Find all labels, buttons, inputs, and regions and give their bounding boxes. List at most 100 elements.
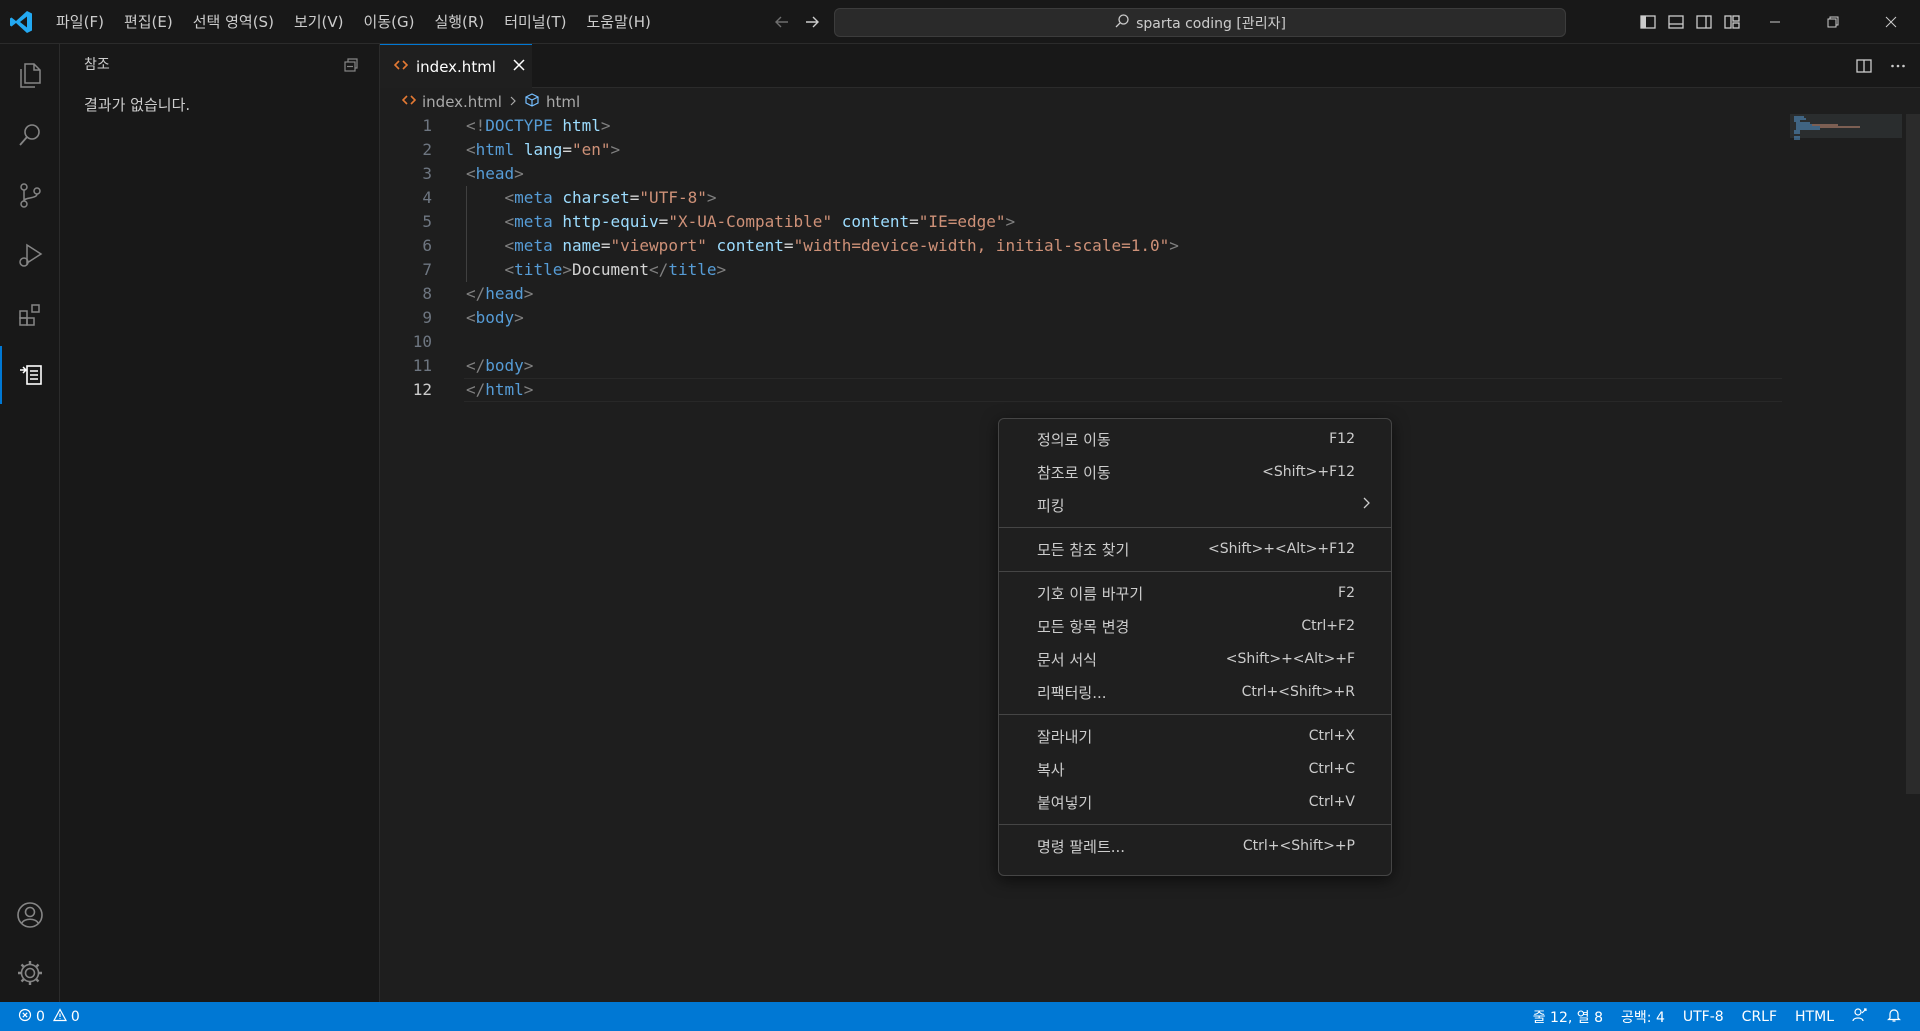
customize-layout-icon[interactable] bbox=[1720, 10, 1744, 34]
accounts-icon[interactable] bbox=[0, 886, 60, 944]
indentation[interactable]: 공백: 4 bbox=[1621, 1007, 1665, 1027]
references-view-icon[interactable] bbox=[0, 346, 60, 404]
code-token: </ bbox=[649, 260, 669, 279]
command-center[interactable]: sparta coding [관리자] bbox=[834, 8, 1566, 37]
end-of-line[interactable]: CRLF bbox=[1742, 1009, 1777, 1025]
code-line[interactable]: 8 </head> bbox=[380, 282, 1780, 306]
code-text: <meta charset="UTF-8"> bbox=[466, 186, 717, 210]
code-line[interactable]: 1 <!DOCTYPE html> bbox=[380, 114, 1780, 138]
context-menu-item[interactable]: 참조로 이동 <Shift>+F12 bbox=[999, 456, 1393, 488]
menu-item-label: 정의로 이동 bbox=[1037, 430, 1111, 449]
collapse-all-icon[interactable] bbox=[342, 56, 360, 74]
menu-item-label: 모든 항목 변경 bbox=[1037, 617, 1130, 636]
context-menu-item[interactable]: 복사 Ctrl+C bbox=[999, 753, 1393, 785]
restore-icon[interactable] bbox=[1804, 0, 1862, 44]
manage-gear-icon[interactable] bbox=[0, 944, 60, 1002]
code-token: <! bbox=[466, 116, 486, 135]
code-line[interactable]: 11 </body> bbox=[380, 354, 1780, 378]
context-menu-item[interactable]: 붙여넣기 Ctrl+V bbox=[999, 786, 1393, 818]
tab-index-html[interactable]: index.html bbox=[380, 44, 532, 88]
context-menu-item[interactable]: 명령 팔레트... Ctrl+<Shift>+P bbox=[999, 830, 1393, 862]
context-menu-item[interactable]: 피킹 bbox=[999, 489, 1393, 521]
code-token: </ bbox=[466, 284, 486, 303]
context-menu-item[interactable]: 모든 참조 찾기 <Shift>+<Alt>+F12 bbox=[999, 533, 1393, 565]
code-token: "UTF-8" bbox=[639, 188, 707, 207]
code-token: head bbox=[475, 164, 515, 183]
back-arrow-icon[interactable] bbox=[770, 10, 794, 34]
code-token: content bbox=[841, 212, 910, 231]
code-line[interactable]: 5 <meta http-equiv="X-UA-Compatible" con… bbox=[380, 210, 1780, 234]
menu-item[interactable]: 선택 영역(S) bbox=[183, 7, 284, 37]
menu-item-label: 피킹 bbox=[1037, 496, 1065, 515]
language-mode[interactable]: HTML bbox=[1795, 1009, 1834, 1025]
code-line[interactable]: 10 bbox=[380, 330, 1780, 354]
line-number: 3 bbox=[422, 164, 432, 183]
close-tab-icon[interactable] bbox=[512, 57, 526, 76]
breadcrumb-symbol[interactable]: html bbox=[546, 93, 580, 111]
code-token: > bbox=[610, 140, 621, 159]
split-editor-icon[interactable] bbox=[1852, 54, 1876, 78]
code-token: = bbox=[562, 140, 572, 159]
code-text: <html lang="en"> bbox=[466, 138, 620, 162]
breadcrumb: index.html html bbox=[401, 92, 580, 112]
code-line[interactable]: 12 </html> bbox=[380, 378, 1780, 402]
code-text: <body> bbox=[466, 306, 524, 330]
search-view-icon[interactable] bbox=[0, 106, 60, 164]
menu-item-label: 문서 서식 bbox=[1037, 650, 1097, 669]
menu-item[interactable]: 이동(G) bbox=[354, 7, 425, 37]
context-menu-item[interactable]: 기호 이름 바꾸기 F2 bbox=[999, 577, 1393, 609]
run-and-debug-icon[interactable] bbox=[0, 226, 60, 284]
menu-item-label: 복사 bbox=[1037, 760, 1065, 779]
source-control-icon[interactable] bbox=[0, 166, 60, 224]
code-line[interactable]: 2 <html lang="en"> bbox=[380, 138, 1780, 162]
context-menu-item[interactable]: 잘라내기 Ctrl+X bbox=[999, 720, 1393, 752]
toggle-secondary-sidebar-icon[interactable] bbox=[1692, 10, 1716, 34]
code-text: <meta name="viewport" content="width=dev… bbox=[466, 234, 1179, 258]
code-text: </body> bbox=[466, 354, 533, 378]
menu-item[interactable]: 파일(F) bbox=[46, 7, 114, 37]
explorer-icon[interactable] bbox=[0, 46, 60, 104]
minimize-icon[interactable] bbox=[1746, 0, 1804, 44]
code-line[interactable]: 6 <meta name="viewport" content="width=d… bbox=[380, 234, 1780, 258]
editor-tabs: index.html bbox=[380, 44, 1920, 88]
toggle-primary-sidebar-icon[interactable] bbox=[1636, 10, 1660, 34]
menu-item[interactable]: 보기(V) bbox=[284, 7, 354, 37]
code-line[interactable]: 3 <head> bbox=[380, 162, 1780, 186]
context-menu-item[interactable]: 리팩터링... Ctrl+<Shift>+R bbox=[999, 676, 1393, 708]
close-window-icon[interactable] bbox=[1862, 0, 1920, 44]
problems-indicator[interactable]: 0 0 bbox=[18, 1002, 80, 1031]
submenu-chevron-icon bbox=[1361, 496, 1371, 514]
menu-item[interactable]: 실행(R) bbox=[424, 7, 494, 37]
menu-item-shortcut: <Shift>+<Alt>+F bbox=[1225, 651, 1355, 667]
breadcrumb-file[interactable]: index.html bbox=[422, 93, 502, 111]
context-menu-item[interactable]: 모든 항목 변경 Ctrl+F2 bbox=[999, 610, 1393, 642]
notifications-bell-icon[interactable] bbox=[1886, 1007, 1902, 1027]
menu-item[interactable]: 터미널(T) bbox=[494, 7, 576, 37]
scrollbar-thumb[interactable] bbox=[1906, 114, 1920, 794]
code-token: lang bbox=[523, 140, 563, 159]
more-actions-icon[interactable] bbox=[1886, 54, 1910, 78]
menu-item[interactable]: 도움말(H) bbox=[576, 7, 660, 37]
forward-arrow-icon[interactable] bbox=[800, 10, 824, 34]
code-line[interactable]: 7 <title>Document</title> bbox=[380, 258, 1780, 282]
tab-label: index.html bbox=[416, 57, 496, 76]
toggle-panel-icon[interactable] bbox=[1664, 10, 1688, 34]
code-token: charset bbox=[562, 188, 630, 207]
code-token: </ bbox=[466, 356, 486, 375]
code-line[interactable]: 9 <body> bbox=[380, 306, 1780, 330]
menu-item[interactable]: 편집(E) bbox=[114, 7, 183, 37]
feedback-icon[interactable] bbox=[1852, 1007, 1868, 1027]
context-menu-item[interactable]: 정의로 이동 F12 bbox=[999, 423, 1393, 455]
context-menu-item[interactable]: 문서 서식 <Shift>+<Alt>+F bbox=[999, 643, 1393, 675]
code-token: "IE=edge" bbox=[918, 212, 1006, 231]
minimap[interactable] bbox=[1790, 114, 1902, 154]
cursor-position[interactable]: 줄 12, 열 8 bbox=[1533, 1007, 1603, 1027]
extensions-icon[interactable] bbox=[0, 286, 60, 344]
menu-item-label: 리팩터링... bbox=[1037, 683, 1107, 702]
encoding[interactable]: UTF-8 bbox=[1683, 1009, 1724, 1025]
code-token: http-equiv bbox=[562, 212, 659, 231]
code-line[interactable]: 4 <meta charset="UTF-8"> bbox=[380, 186, 1780, 210]
editor-scrollbar[interactable] bbox=[1902, 114, 1920, 1000]
